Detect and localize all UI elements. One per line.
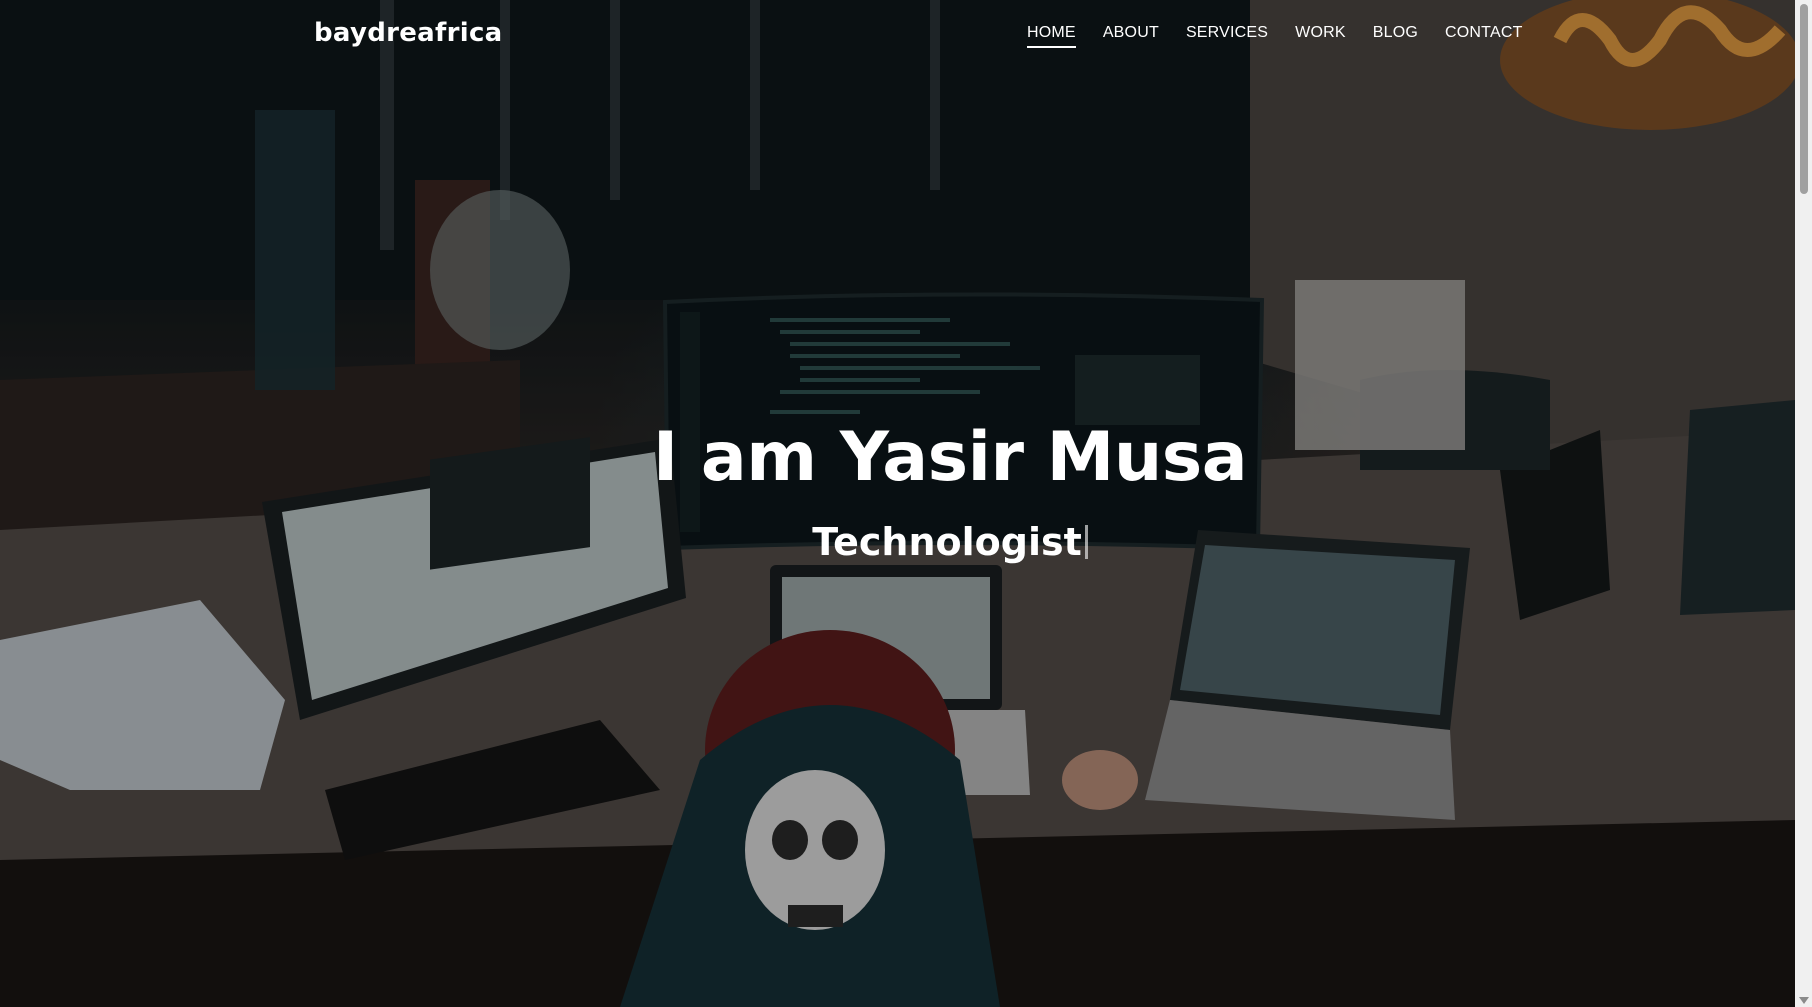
nav-contact[interactable]: CONTACT — [1445, 24, 1523, 48]
nav-about[interactable]: ABOUT — [1103, 24, 1159, 48]
hero-subtitle: Technologist — [0, 520, 1795, 564]
typed-role-text: Technologist — [812, 520, 1082, 564]
nav-work[interactable]: WORK — [1295, 24, 1346, 48]
scroll-down-arrow-icon[interactable] — [1799, 997, 1809, 1004]
nav-blog[interactable]: BLOG — [1373, 24, 1418, 48]
hero-section: baydreafrica HOME ABOUT SERVICES WORK BL… — [0, 0, 1795, 1007]
hero-title: I am Yasir Musa — [652, 418, 1248, 497]
main-nav: HOME ABOUT SERVICES WORK BLOG CONTACT — [1027, 24, 1550, 48]
vertical-scrollbar[interactable] — [1795, 0, 1812, 1007]
site-logo[interactable]: baydreafrica — [314, 18, 503, 48]
nav-services[interactable]: SERVICES — [1186, 24, 1268, 48]
scrollbar-thumb[interactable] — [1800, 4, 1808, 194]
dark-overlay — [0, 0, 1795, 1007]
typing-cursor — [1084, 525, 1088, 559]
nav-home[interactable]: HOME — [1027, 24, 1076, 48]
